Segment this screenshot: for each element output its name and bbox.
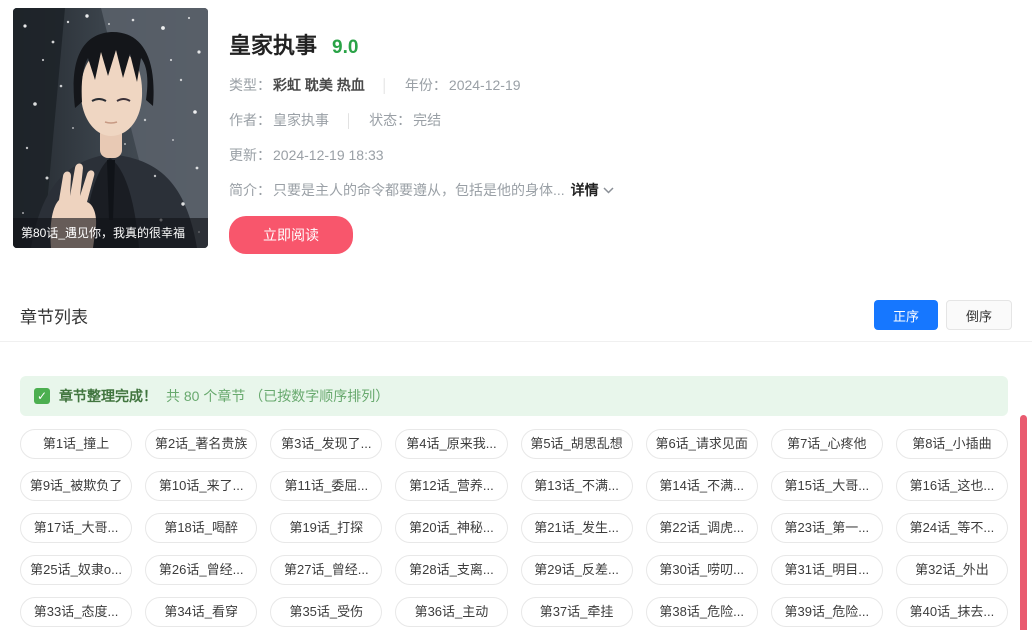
detail-expand-link[interactable]: 详情 [571,180,614,200]
detail-link-label: 详情 [571,180,599,200]
chapter-item[interactable]: 第4话_原来我... [395,429,507,459]
author-label: 作者： [229,110,271,130]
meta-row-update: 更新： 2024-12-19 18:33 [229,145,614,165]
chapter-item[interactable]: 第9话_被欺负了 [20,471,132,501]
chapter-item[interactable]: 第5话_胡思乱想 [521,429,633,459]
chapter-item[interactable]: 第35话_受伤 [270,597,382,627]
chapter-item[interactable]: 第37话_牵挂 [521,597,633,627]
chapter-item[interactable]: 第20话_神秘... [395,513,507,543]
read-now-button[interactable]: 立即阅读 [229,216,353,254]
chapter-item[interactable]: 第31话_明目... [771,555,883,585]
chapter-item[interactable]: 第16话_这也... [896,471,1008,501]
chapter-item[interactable]: 第23话_第一... [771,513,883,543]
chapter-item[interactable]: 第34话_看穿 [145,597,257,627]
chapter-item[interactable]: 第15话_大哥... [771,471,883,501]
chapter-item[interactable]: 第39话_危险... [771,597,883,627]
sort-descending-button[interactable]: 倒序 [946,300,1012,330]
page-title: 皇家执事 [229,28,317,60]
update-value: 2024-12-19 18:33 [273,147,384,163]
chapter-item[interactable]: 第12话_营养... [395,471,507,501]
chapter-item[interactable]: 第32话_外出 [896,555,1008,585]
year-label: 年份： [405,75,447,95]
chapters-header: 章节列表 正序 倒序 [20,300,1012,330]
chapter-list-title: 章节列表 [20,303,88,328]
chapter-item[interactable]: 第27话_曾经... [270,555,382,585]
intro-label: 简介： [229,180,271,200]
chapter-item[interactable]: 第29话_反差... [521,555,633,585]
chapter-item[interactable]: 第18话_喝醉 [145,513,257,543]
meta-divider: │ [381,78,389,93]
banner-status-text: 章节整理完成！ [59,386,157,406]
book-cover[interactable]: 第80话_遇见你，我真的很幸福 [13,8,208,248]
chapter-item[interactable]: 第10话_来了... [145,471,257,501]
type-label: 类型： [229,75,271,95]
chapter-item[interactable]: 第40话_抹去... [896,597,1008,627]
chapter-item[interactable]: 第25话_奴隶o... [20,555,132,585]
chapter-item[interactable]: 第24话_等不... [896,513,1008,543]
section-divider [0,341,1032,342]
chapters-ready-banner: ✓ 章节整理完成！ 共 80 个章节 （已按数字顺序排列） [20,376,1008,416]
status-value: 完结 [413,110,441,130]
chapter-item[interactable]: 第3话_发现了... [270,429,382,459]
book-detail-section: 第80话_遇见你，我真的很幸福 皇家执事 9.0 类型： 彩虹 耽美 热血 │ … [0,0,1032,254]
chapter-item[interactable]: 第8话_小插曲 [896,429,1008,459]
sort-buttons: 正序 倒序 [874,300,1012,330]
chapter-item[interactable]: 第33话_态度... [20,597,132,627]
type-value[interactable]: 彩虹 耽美 热血 [273,75,365,95]
chapter-item[interactable]: 第22话_调虎... [646,513,758,543]
meta-divider: │ [345,113,353,128]
chapter-item[interactable]: 第1话_撞上 [20,429,132,459]
check-icon: ✓ [34,388,50,404]
banner-count-text: 共 80 个章节 （已按数字顺序排列） [166,386,389,406]
chapter-item[interactable]: 第19话_打探 [270,513,382,543]
chapter-item[interactable]: 第2话_著名贵族 [145,429,257,459]
cover-latest-chapter-caption: 第80话_遇见你，我真的很幸福 [13,218,208,248]
rating-score: 9.0 [332,37,358,59]
chapter-item[interactable]: 第6话_请求见面 [646,429,758,459]
chapter-item[interactable]: 第7话_心疼他 [771,429,883,459]
intro-value: 只要是主人的命令都要遵从，包括是他的身体... [273,180,565,200]
year-value: 2024-12-19 [449,77,521,93]
book-info: 皇家执事 9.0 类型： 彩虹 耽美 热血 │ 年份： 2024-12-19 作… [229,8,614,254]
chapter-item[interactable]: 第28话_支离... [395,555,507,585]
chapter-item[interactable]: 第14话_不满... [646,471,758,501]
author-value[interactable]: 皇家执事 [273,110,329,130]
status-label: 状态： [369,110,411,130]
chapter-grid: 第1话_撞上第2话_著名贵族第3话_发现了... 第4话_原来我... 第5话_胡思… [20,429,1008,627]
chapter-item[interactable]: 第36话_主动 [395,597,507,627]
chapter-item[interactable]: 第11话_委屈... [270,471,382,501]
meta-row-intro: 简介： 只要是主人的命令都要遵从，包括是他的身体... 详情 [229,180,614,200]
chevron-down-icon [603,187,614,194]
chapter-item[interactable]: 第38话_危险... [646,597,758,627]
cover-illustration [13,8,208,248]
chapter-item[interactable]: 第26话_曾经... [145,555,257,585]
sort-ascending-button[interactable]: 正序 [874,300,938,330]
scrollbar-thumb[interactable] [1020,415,1027,630]
chapter-item[interactable]: 第17话_大哥... [20,513,132,543]
meta-row-type-year: 类型： 彩虹 耽美 热血 │ 年份： 2024-12-19 [229,75,614,95]
chapter-item[interactable]: 第13话_不满... [521,471,633,501]
meta-row-author-status: 作者： 皇家执事 │ 状态： 完结 [229,110,614,130]
update-label: 更新： [229,145,271,165]
chapter-item[interactable]: 第30话_唠叨... [646,555,758,585]
chapter-item[interactable]: 第21话_发生... [521,513,633,543]
